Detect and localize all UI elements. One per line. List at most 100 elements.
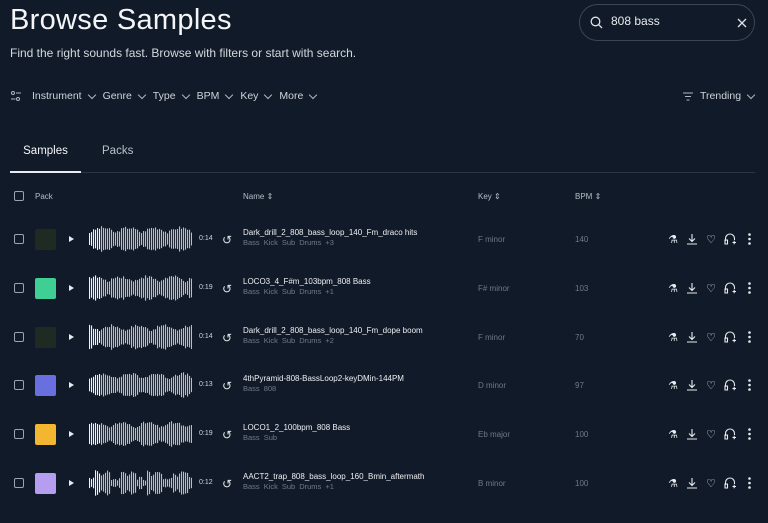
- row-checkbox[interactable]: [14, 478, 24, 488]
- sample-name[interactable]: Dark_drill_2_808_bass_loop_140_Fm_dope b…: [243, 326, 423, 335]
- add-to-headphones-icon[interactable]: [723, 475, 737, 491]
- loop-icon[interactable]: ↺: [222, 331, 232, 345]
- tag[interactable]: Bass: [243, 238, 260, 247]
- tag[interactable]: Kick: [264, 238, 278, 247]
- loop-icon[interactable]: ↺: [222, 477, 232, 491]
- waveform[interactable]: [89, 420, 192, 448]
- play-icon[interactable]: [69, 334, 74, 340]
- filter-key[interactable]: Key: [240, 90, 273, 102]
- download-icon[interactable]: [685, 426, 699, 442]
- pack-artwork[interactable]: [35, 424, 56, 445]
- pack-artwork[interactable]: [35, 278, 56, 299]
- sample-row[interactable]: 0:13 ↺ 4thPyramid-808-BassLoop2-keyDMin-…: [0, 372, 768, 425]
- play-icon[interactable]: [69, 285, 74, 291]
- play-icon[interactable]: [69, 480, 74, 486]
- pack-artwork[interactable]: [35, 327, 56, 348]
- similar-sounds-icon[interactable]: ⚗: [666, 475, 680, 491]
- row-checkbox[interactable]: [14, 283, 24, 293]
- tag[interactable]: +3: [325, 238, 334, 247]
- loop-icon[interactable]: ↺: [222, 233, 232, 247]
- more-options-icon[interactable]: [742, 231, 756, 247]
- add-to-headphones-icon[interactable]: [723, 426, 737, 442]
- tag[interactable]: 808: [264, 384, 277, 393]
- tab-samples[interactable]: Samples: [10, 145, 81, 173]
- loop-icon[interactable]: ↺: [222, 379, 232, 393]
- row-checkbox[interactable]: [14, 429, 24, 439]
- download-icon[interactable]: [685, 377, 699, 393]
- play-icon[interactable]: [69, 382, 74, 388]
- download-icon[interactable]: [685, 231, 699, 247]
- sort-dropdown[interactable]: Trending: [683, 90, 756, 102]
- tag[interactable]: Bass: [243, 287, 260, 296]
- tag[interactable]: Drums: [299, 482, 321, 491]
- sample-row[interactable]: 0:19 ↺ LOCO1_2_100bpm_808 Bass Bass Sub E…: [0, 421, 768, 474]
- filter-genre[interactable]: Genre: [103, 90, 147, 102]
- filter-bpm[interactable]: BPM: [197, 90, 234, 102]
- row-checkbox[interactable]: [14, 332, 24, 342]
- filter-more[interactable]: More: [279, 90, 318, 102]
- pack-artwork[interactable]: [35, 473, 56, 494]
- close-icon[interactable]: [737, 18, 747, 28]
- tag[interactable]: Drums: [299, 238, 321, 247]
- heart-icon[interactable]: ♡: [704, 475, 718, 491]
- add-to-headphones-icon[interactable]: [723, 231, 737, 247]
- similar-sounds-icon[interactable]: ⚗: [666, 377, 680, 393]
- tag[interactable]: Drums: [299, 336, 321, 345]
- tag[interactable]: Kick: [264, 336, 278, 345]
- similar-sounds-icon[interactable]: ⚗: [666, 280, 680, 296]
- tag[interactable]: Sub: [282, 336, 295, 345]
- more-options-icon[interactable]: [742, 280, 756, 296]
- tag[interactable]: Bass: [243, 482, 260, 491]
- add-to-headphones-icon[interactable]: [723, 329, 737, 345]
- heart-icon[interactable]: ♡: [704, 329, 718, 345]
- waveform[interactable]: [89, 225, 192, 253]
- similar-sounds-icon[interactable]: ⚗: [666, 426, 680, 442]
- download-icon[interactable]: [685, 329, 699, 345]
- tag[interactable]: Bass: [243, 336, 260, 345]
- tag[interactable]: Sub: [282, 287, 295, 296]
- filter-type[interactable]: Type: [153, 90, 190, 102]
- sample-row[interactable]: 0:14 ↺ Dark_drill_2_808_bass_loop_140_Fm…: [0, 226, 768, 279]
- sample-row[interactable]: 0:12 ↺ AACT2_trap_808_bass_loop_160_Bmin…: [0, 470, 768, 523]
- sample-name[interactable]: 4thPyramid-808-BassLoop2-keyDMin-144PM: [243, 374, 404, 383]
- similar-sounds-icon[interactable]: ⚗: [666, 231, 680, 247]
- column-header-key[interactable]: Key ⇕: [478, 192, 501, 201]
- tag[interactable]: Drums: [299, 287, 321, 296]
- column-header-bpm[interactable]: BPM ⇕: [575, 192, 601, 201]
- waveform[interactable]: [89, 274, 192, 302]
- tab-packs[interactable]: Packs: [102, 145, 133, 157]
- search-box[interactable]: [579, 4, 755, 41]
- add-to-headphones-icon[interactable]: [723, 280, 737, 296]
- waveform[interactable]: [89, 323, 192, 351]
- tag[interactable]: Bass: [243, 384, 260, 393]
- tag[interactable]: Sub: [282, 238, 295, 247]
- add-to-headphones-icon[interactable]: [723, 377, 737, 393]
- loop-icon[interactable]: ↺: [222, 428, 232, 442]
- filter-settings-icon[interactable]: [10, 90, 22, 102]
- play-icon[interactable]: [69, 236, 74, 242]
- tag[interactable]: Bass: [243, 433, 260, 442]
- tag[interactable]: Sub: [282, 482, 295, 491]
- pack-artwork[interactable]: [35, 375, 56, 396]
- tag[interactable]: +1: [325, 287, 334, 296]
- pack-artwork[interactable]: [35, 229, 56, 250]
- tag[interactable]: +1: [325, 482, 334, 491]
- sample-row[interactable]: 0:19 ↺ LOCO3_4_F#m_103bpm_808 Bass Bass K…: [0, 275, 768, 328]
- search-input[interactable]: [611, 14, 721, 28]
- sample-name[interactable]: Dark_drill_2_808_bass_loop_140_Fm_draco …: [243, 228, 417, 237]
- more-options-icon[interactable]: [742, 475, 756, 491]
- download-icon[interactable]: [685, 475, 699, 491]
- similar-sounds-icon[interactable]: ⚗: [666, 329, 680, 345]
- filter-instrument[interactable]: Instrument: [32, 90, 96, 102]
- download-icon[interactable]: [685, 280, 699, 296]
- loop-icon[interactable]: ↺: [222, 282, 232, 296]
- sample-name[interactable]: LOCO3_4_F#m_103bpm_808 Bass: [243, 277, 371, 286]
- waveform[interactable]: [89, 371, 192, 399]
- select-all-checkbox[interactable]: [14, 191, 24, 201]
- tag[interactable]: +2: [325, 336, 334, 345]
- waveform[interactable]: [89, 469, 192, 497]
- heart-icon[interactable]: ♡: [704, 231, 718, 247]
- tag[interactable]: Sub: [264, 433, 277, 442]
- row-checkbox[interactable]: [14, 234, 24, 244]
- tag[interactable]: Kick: [264, 482, 278, 491]
